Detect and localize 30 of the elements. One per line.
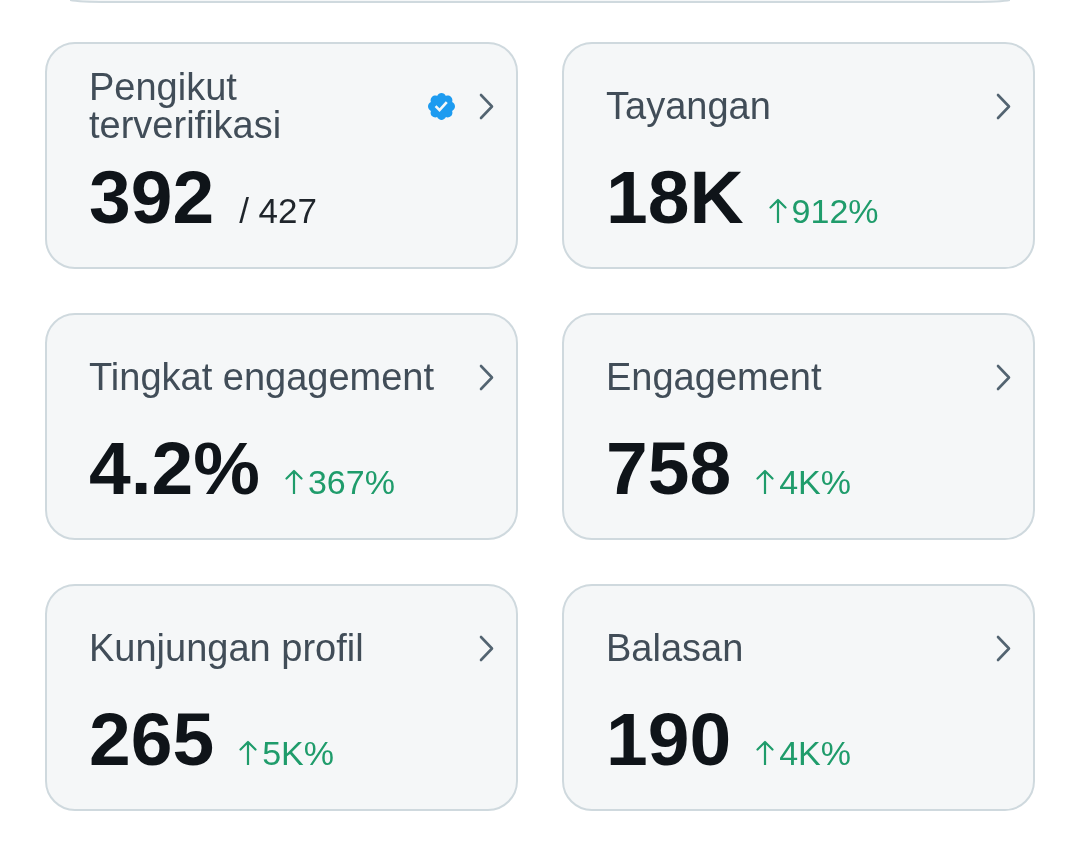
- stat-card[interactable]: Kunjungan profil 265 5K%: [45, 584, 518, 811]
- chevron-right-icon[interactable]: [996, 92, 1011, 120]
- stat-value: 18K: [606, 161, 744, 233]
- chevron-right-icon[interactable]: [479, 92, 494, 120]
- stat-card[interactable]: Balasan 190 4K%: [562, 584, 1035, 811]
- card-title: Balasan: [606, 629, 745, 667]
- stat-value: 190: [606, 703, 732, 775]
- change-percent: 5K%: [262, 734, 334, 773]
- total-count: / 427: [239, 191, 317, 231]
- stat-value: 758: [606, 432, 732, 504]
- card-title: Tingkat engagement: [89, 358, 436, 396]
- chevron-right-icon[interactable]: [479, 634, 494, 662]
- stat-value: 392: [89, 161, 215, 233]
- change-percent: 4K%: [779, 734, 851, 773]
- stat-card[interactable]: Tayangan 18K 912%: [562, 42, 1035, 269]
- chevron-right-icon[interactable]: [996, 634, 1011, 662]
- card-title: Kunjungan profil: [89, 629, 365, 667]
- stat-value: 265: [89, 703, 215, 775]
- change-percent: 912%: [791, 192, 879, 231]
- change-percent: 367%: [307, 463, 395, 502]
- stat-card[interactable]: Tingkat engagement 4.2% 367%: [45, 313, 518, 540]
- chevron-right-icon[interactable]: [996, 363, 1011, 391]
- card-title: Pengikut terverifikasi: [89, 68, 283, 144]
- chevron-right-icon[interactable]: [479, 363, 494, 391]
- stat-card[interactable]: Engagement 758 4K%: [562, 313, 1035, 540]
- card-title: Tayangan: [606, 87, 772, 125]
- stat-value: 4.2%: [89, 432, 260, 504]
- change-percent: 4K%: [779, 463, 851, 502]
- stat-card[interactable]: Pengikut terverifikasi 392 / 427: [45, 42, 518, 269]
- card-title: Engagement: [606, 358, 823, 396]
